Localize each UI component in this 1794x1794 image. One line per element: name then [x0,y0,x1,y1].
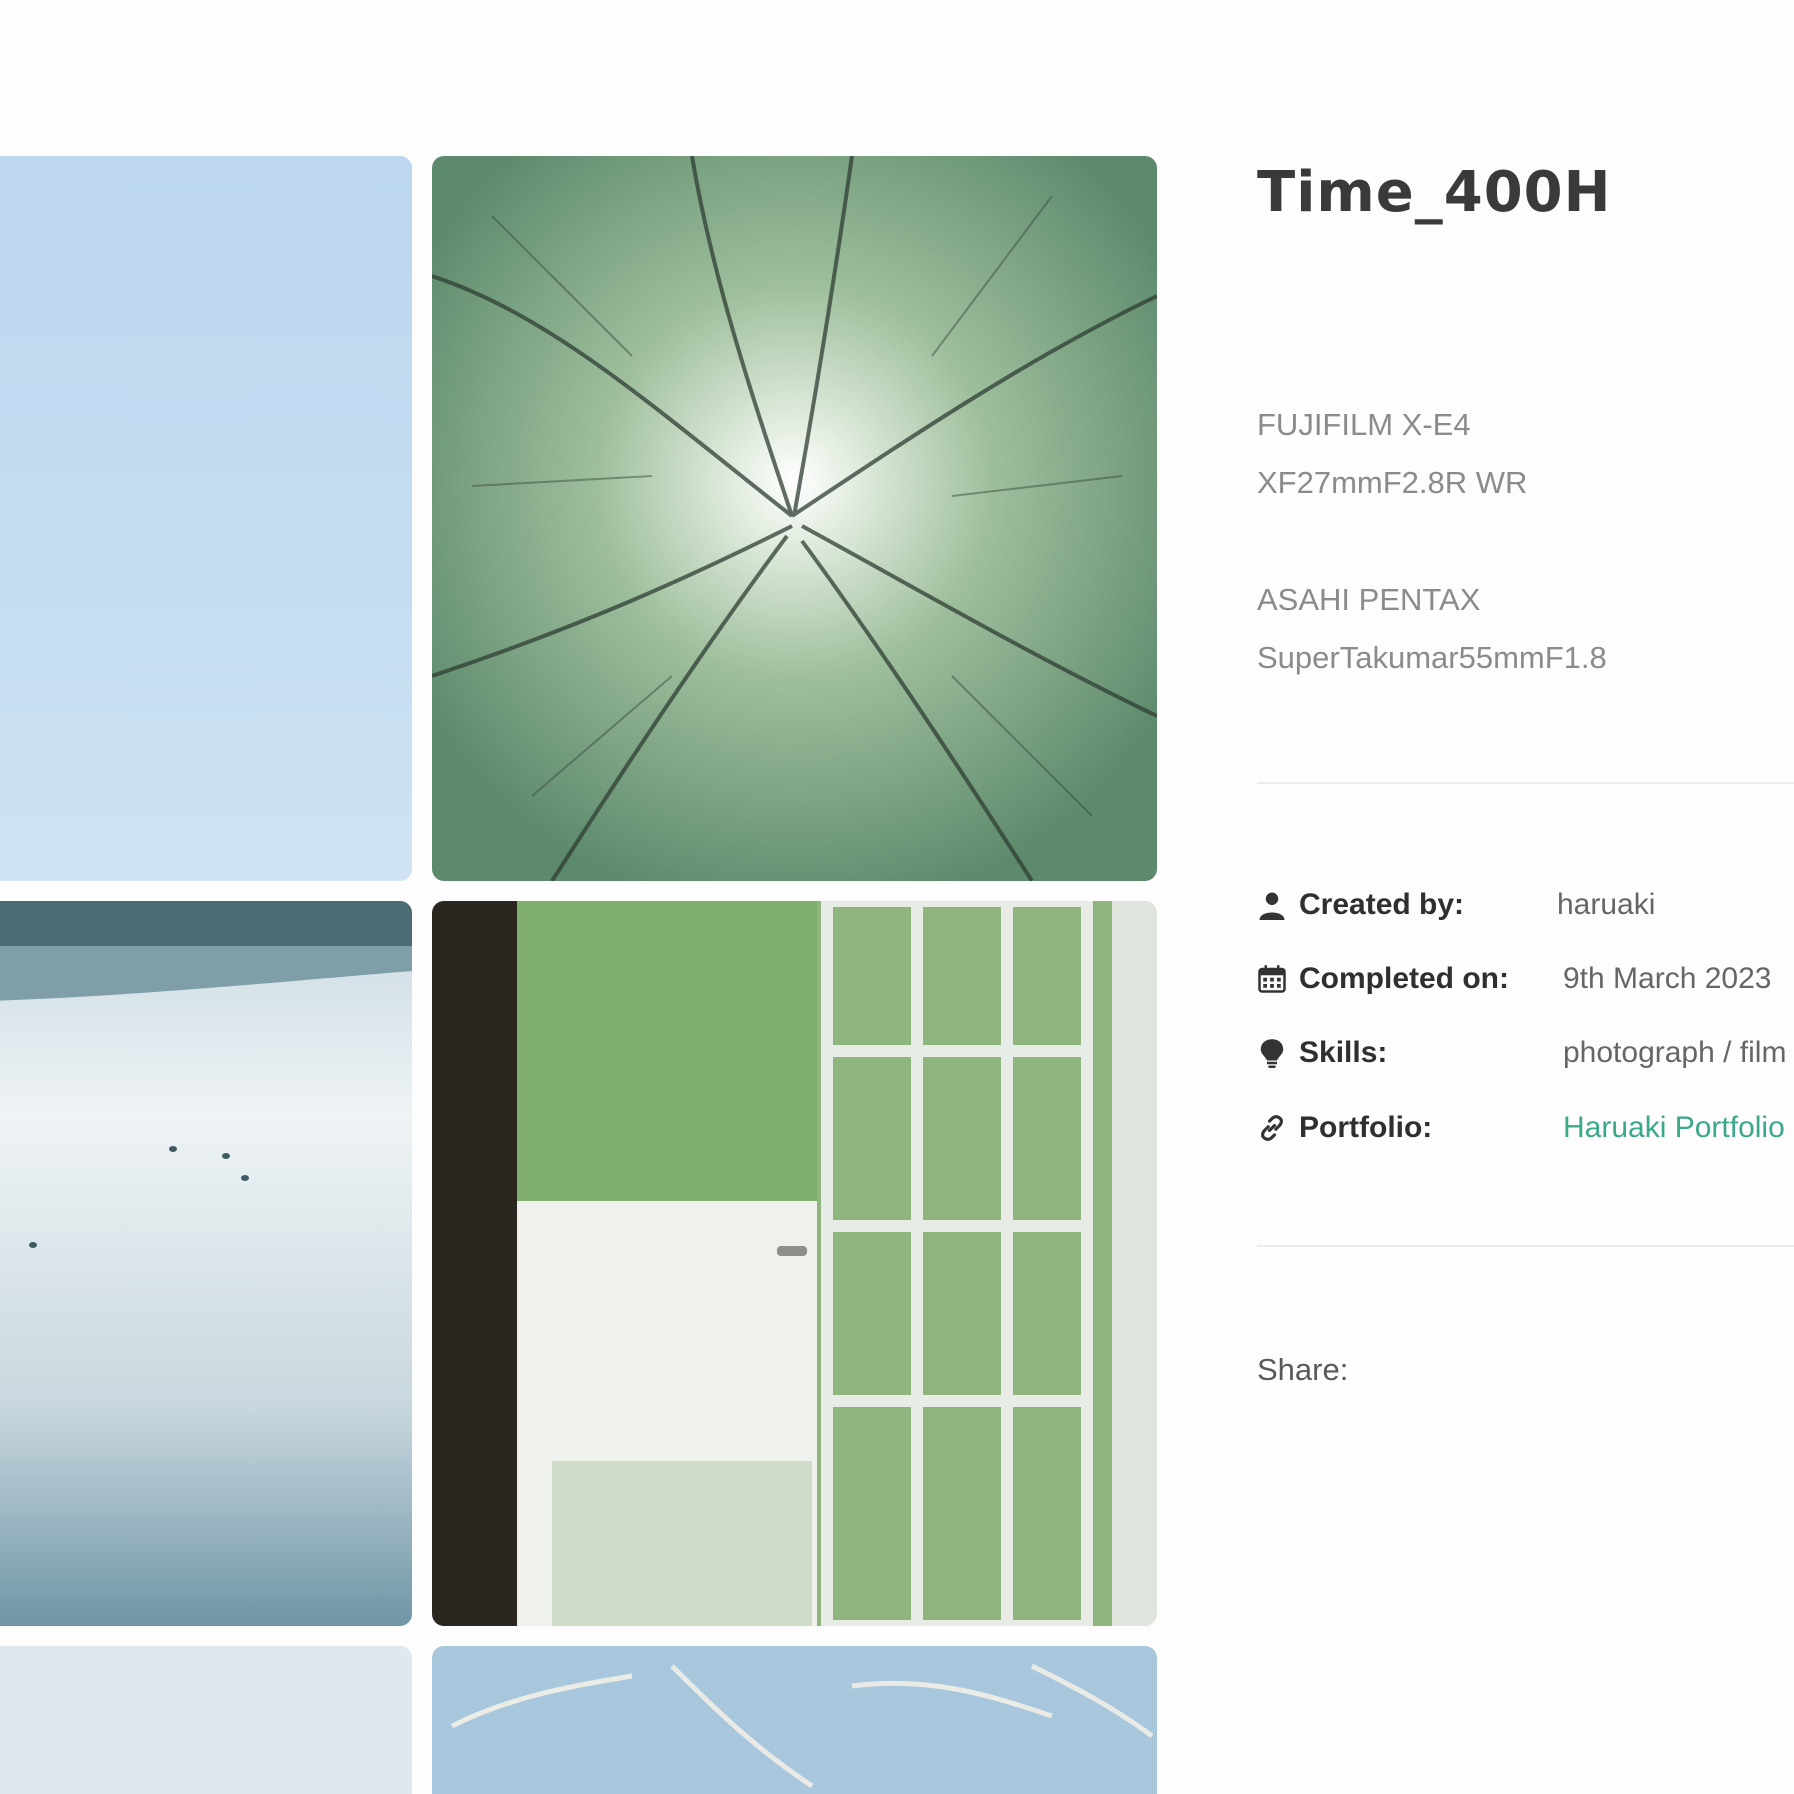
camera-1-body: FUJIFILM X-E4 [1257,407,1471,442]
grass-photo-image [432,1646,1157,1794]
skills-value: photograph / film photography [1563,1036,1794,1069]
gallery-photo-sky[interactable] [0,156,412,881]
lake-photo-image [0,901,412,1626]
camera-1-lens: XF27mmF2.8R WR [1257,465,1528,500]
meta-row-completed-on: Completed on: 9th March 2023 [1257,954,1794,1004]
completed-on-value: 9th March 2023 [1563,962,1772,995]
camera-2-lens: SuperTakumar55mmF1.8 [1257,640,1607,675]
created-by-value: haruaki [1557,888,1656,921]
link-icon [1261,1115,1283,1141]
divider [1257,782,1794,784]
photo-gallery [0,0,1160,1794]
portfolio-link[interactable]: Haruaki Portfolio [1563,1111,1785,1145]
calendar-icon [1258,965,1286,993]
project-title: Time_400H [1257,160,1612,225]
camera-gear-1: FUJIFILM X-E4 XF27mmF2.8R WR [1257,396,1527,512]
skills-label: Skills: [1299,1036,1388,1069]
divider [1257,1245,1794,1247]
sky-photo-image [0,156,412,881]
meta-row-skills: Skills: photograph / film photography [1257,1028,1794,1078]
lightbulb-icon [1260,1039,1284,1068]
created-by-label: Created by: [1299,888,1465,921]
completed-on-label: Completed on: [1299,962,1509,995]
gallery-photo-door[interactable] [432,901,1157,1626]
door-photo-image [432,901,1157,1626]
meta-row-created-by: Created by: haruaki [1257,880,1794,930]
gallery-photo-grass[interactable] [432,1646,1157,1794]
share-label: Share: [1257,1352,1349,1387]
project-details-panel: Time_400H FUJIFILM X-E4 XF27mmF2.8R WR A… [1257,0,1794,1794]
gallery-photo-trees[interactable] [432,156,1157,881]
trees-photo-image [432,156,1157,881]
user-icon [1259,892,1285,920]
pale-sky-photo-image [0,1646,412,1794]
meta-row-portfolio: Portfolio: Haruaki Portfolio [1257,1103,1794,1153]
camera-gear-2: ASAHI PENTAX SuperTakumar55mmF1.8 [1257,571,1607,687]
camera-2-body: ASAHI PENTAX [1257,582,1481,617]
portfolio-label: Portfolio: [1299,1111,1433,1144]
gallery-photo-pale-sky[interactable] [0,1646,412,1794]
gallery-photo-lake[interactable] [0,901,412,1626]
